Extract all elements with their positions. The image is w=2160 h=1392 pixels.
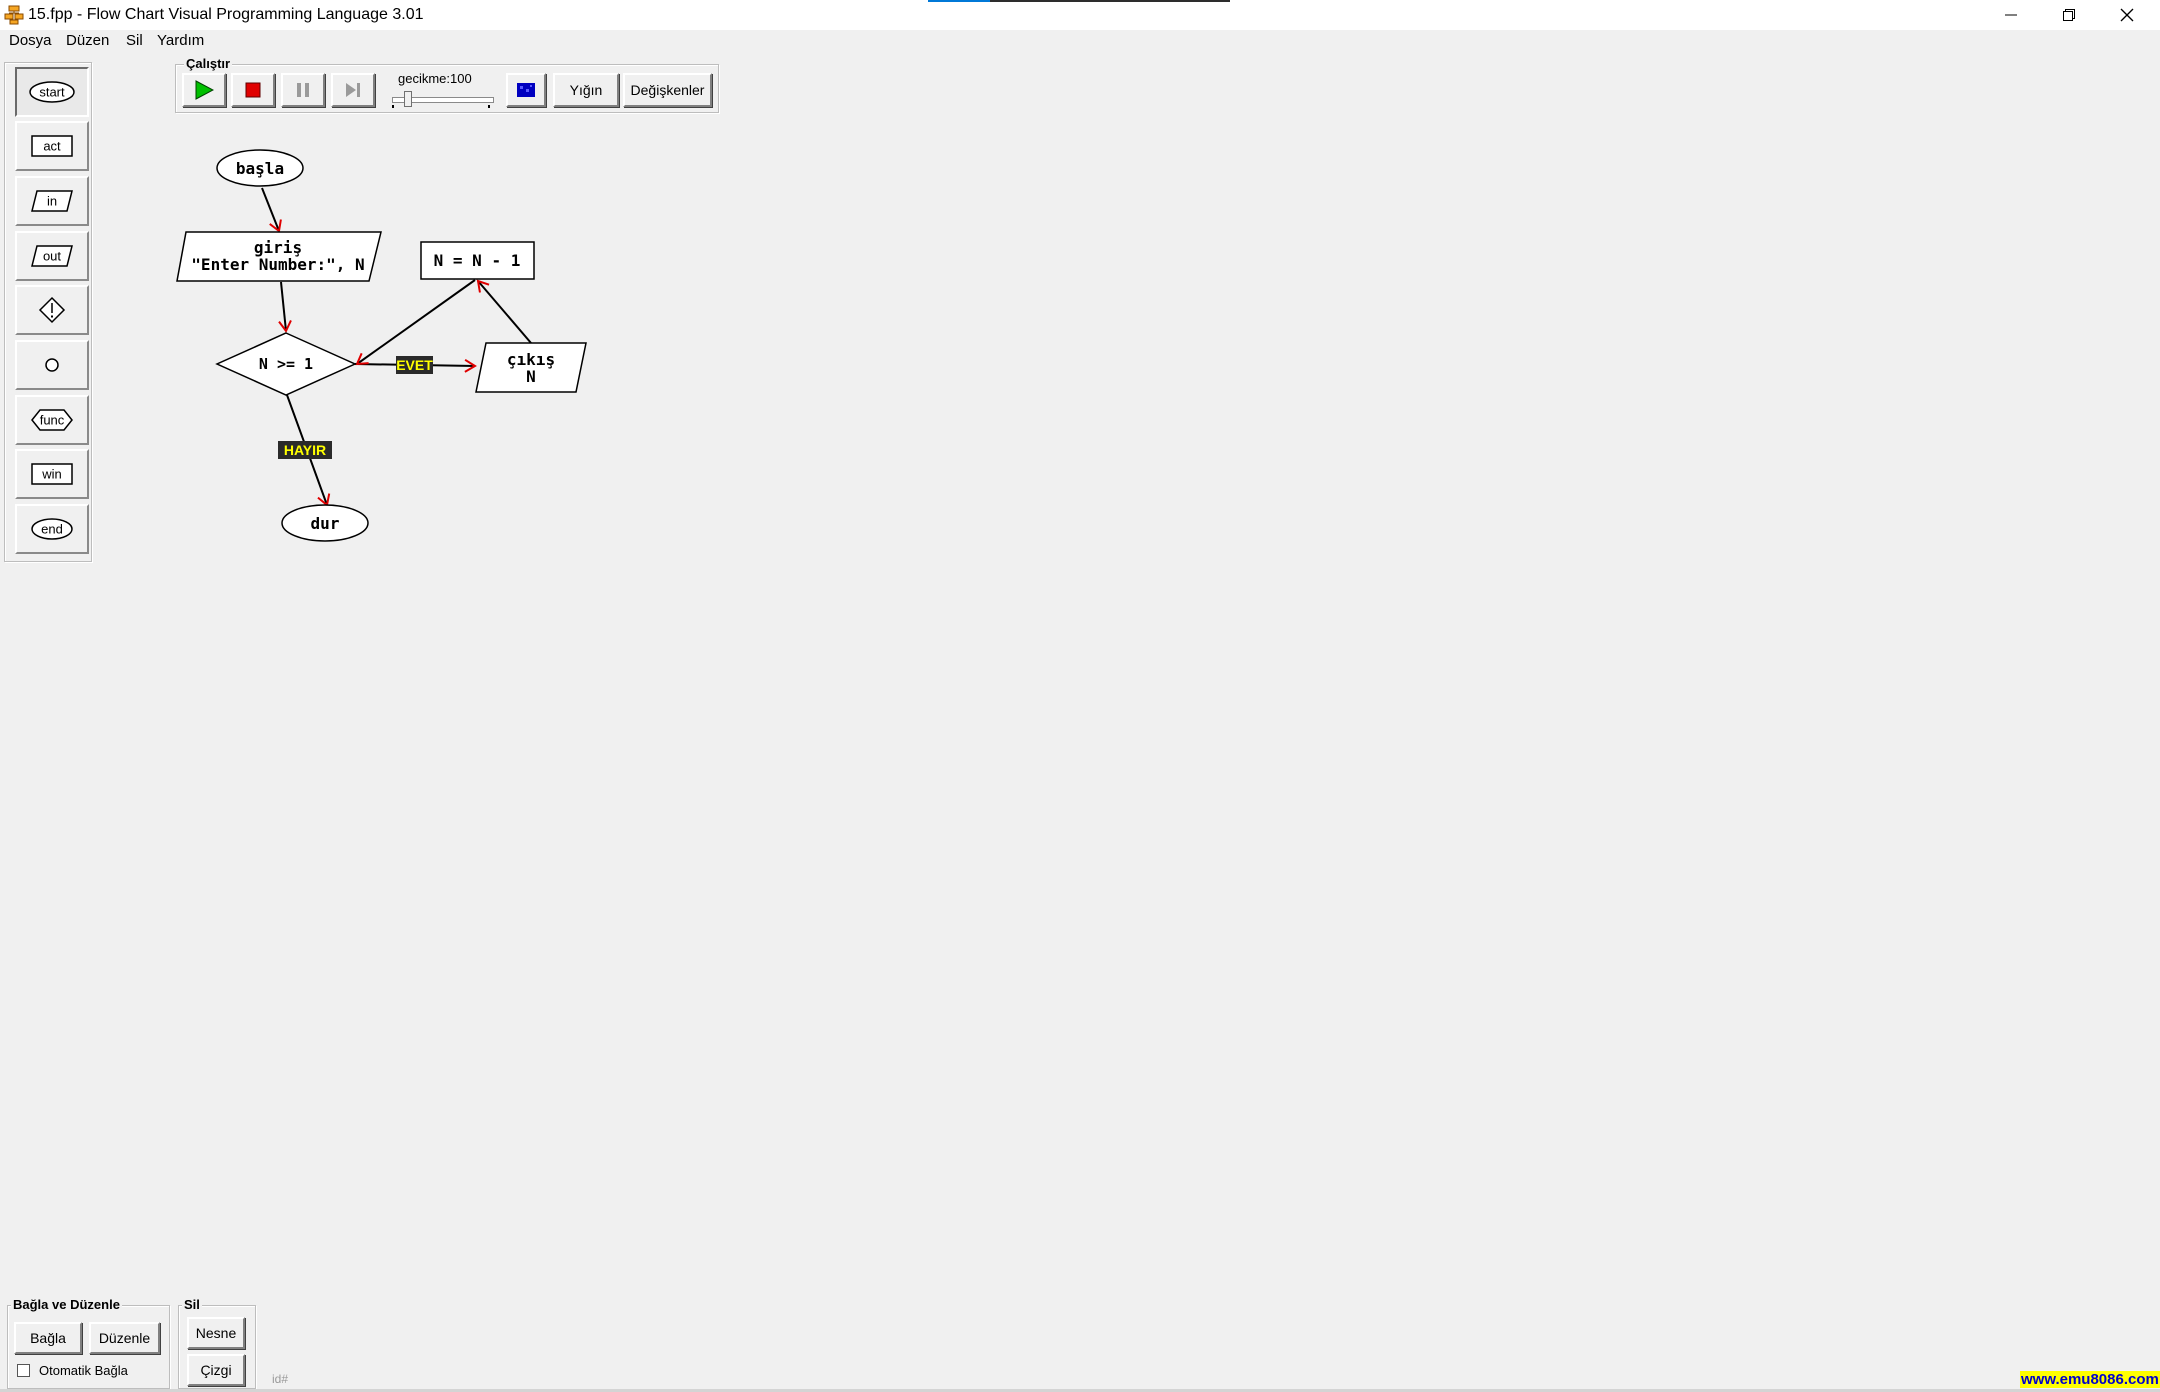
connector-input-to-decision[interactable] <box>278 281 292 333</box>
flow-end-node[interactable]: dur <box>281 504 369 542</box>
flow-decision-node[interactable]: N >= 1 <box>215 332 357 396</box>
delete-line-button[interactable]: Çizgi <box>187 1354 245 1386</box>
flow-start-node[interactable]: başla <box>216 149 304 187</box>
action-node-label: N = N - 1 <box>434 251 521 270</box>
connector-action-to-decision[interactable] <box>355 279 476 366</box>
start-node-label: başla <box>236 159 284 178</box>
delete-panel: Sil Nesne Çizgi <box>178 1297 256 1389</box>
edit-button[interactable]: Düzenle <box>89 1322 160 1354</box>
flow-input-node[interactable]: giriş "Enter Number:", N <box>176 231 382 282</box>
decision-node-label: N >= 1 <box>259 355 313 373</box>
input-node-line2: "Enter Number:", N <box>191 255 364 274</box>
connector-start-to-input[interactable] <box>261 187 282 233</box>
connect-edit-title: Bağla ve Düzenle <box>11 1297 122 1312</box>
brand-link[interactable]: www.emu8086.com <box>2020 1371 2160 1388</box>
selected-id-label: id# <box>272 1372 289 1386</box>
connector-output-to-action[interactable] <box>476 279 532 344</box>
no-branch-label: HAYIR <box>278 441 332 459</box>
flowchart-canvas[interactable]: başla giriş "Enter Number:", N N >= 1 N … <box>0 0 2160 1392</box>
delete-panel-title: Sil <box>182 1297 202 1312</box>
flow-output-node[interactable]: çıkış N <box>475 342 587 393</box>
flow-action-node[interactable]: N = N - 1 <box>420 241 535 280</box>
delete-object-button[interactable]: Nesne <box>187 1317 245 1349</box>
end-node-label: dur <box>311 514 340 533</box>
yes-label-text: EVET <box>396 357 433 373</box>
yes-branch-label: EVET <box>396 356 433 374</box>
connect-button[interactable]: Bağla <box>14 1322 82 1354</box>
connect-edit-panel: Bağla ve Düzenle Bağla Düzenle Otomatik … <box>7 1297 170 1389</box>
output-node-line2: N <box>526 367 536 386</box>
auto-connect-label: Otomatik Bağla <box>39 1363 128 1378</box>
auto-connect-checkbox[interactable] <box>17 1364 30 1377</box>
no-label-text: HAYIR <box>284 442 326 458</box>
